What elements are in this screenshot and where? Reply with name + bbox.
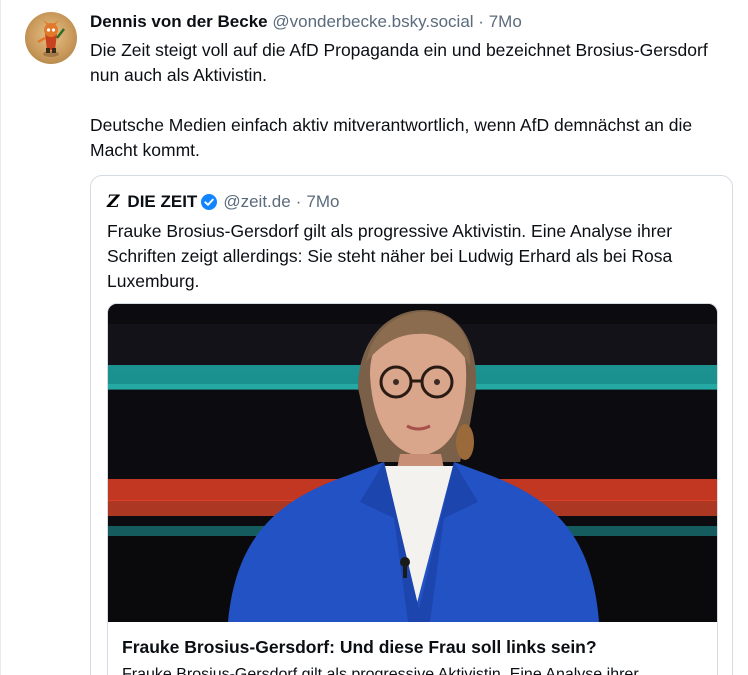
avatar-image bbox=[37, 20, 65, 57]
link-card-image bbox=[108, 304, 717, 622]
quoted-post-header: Z DIE ZEIT @zeit.de · 7Mo bbox=[107, 191, 339, 213]
post-paragraph: Die Zeit steigt voll auf die AfD Propaga… bbox=[90, 40, 708, 85]
post-header: Dennis von der Becke @vonderbecke.bsky.s… bbox=[90, 11, 522, 33]
avatar[interactable] bbox=[25, 12, 77, 64]
quoted-post[interactable]: Z DIE ZEIT @zeit.de · 7Mo Frauke Brosius… bbox=[90, 175, 733, 675]
verified-badge-icon bbox=[201, 194, 218, 210]
zeit-logo[interactable]: Z bbox=[107, 191, 119, 213]
quoted-author-name[interactable]: DIE ZEIT bbox=[127, 191, 197, 213]
link-card[interactable]: Frauke Brosius-Gersdorf: Und diese Frau … bbox=[107, 303, 718, 675]
link-card-title[interactable]: Frauke Brosius-Gersdorf: Und diese Frau … bbox=[122, 635, 702, 659]
link-card-description: Frauke Brosius-Gersdorf gilt als progres… bbox=[122, 666, 639, 675]
author-handle[interactable]: @vonderbecke.bsky.social bbox=[272, 12, 473, 31]
post-time[interactable]: 7Mo bbox=[489, 12, 522, 31]
author-name[interactable]: Dennis von der Becke bbox=[90, 12, 268, 31]
separator: · bbox=[478, 12, 484, 31]
quoted-post-time[interactable]: 7Mo bbox=[306, 191, 339, 213]
post-paragraph: Deutsche Medien einfach aktiv mitverantw… bbox=[90, 115, 693, 160]
quoted-post-text: Frauke Brosius-Gersdorf gilt als progres… bbox=[107, 221, 673, 291]
separator: · bbox=[295, 192, 302, 211]
post[interactable]: Dennis von der Becke @vonderbecke.bsky.s… bbox=[0, 0, 748, 675]
quoted-author-handle[interactable]: @zeit.de bbox=[223, 191, 290, 213]
post-text: Die Zeit steigt voll auf die AfD Propaga… bbox=[90, 38, 730, 163]
